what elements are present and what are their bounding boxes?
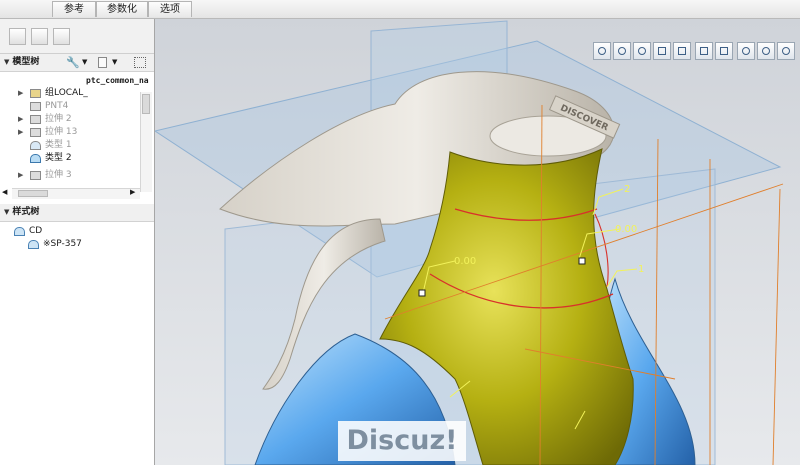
tree-item[interactable]: 类型 1	[0, 139, 140, 152]
settings-wrench-icon[interactable]: 🔧	[66, 54, 80, 71]
chevron-down-icon[interactable]: ▼	[82, 54, 87, 71]
extrude-icon	[30, 115, 41, 124]
tree-item-label: 拉伸 13	[45, 127, 78, 137]
collapse-triangle-icon[interactable]: ▼	[4, 204, 9, 221]
model-tree-title: 模型树	[12, 57, 40, 67]
zoom-out-icon[interactable]	[633, 42, 651, 60]
tab-reference[interactable]: 参考	[52, 1, 96, 17]
control-point[interactable]	[578, 257, 586, 265]
tree-item-label: 拉伸 2	[45, 114, 72, 124]
chevron-down-icon[interactable]: ▼	[112, 54, 117, 71]
filter-icon[interactable]	[134, 57, 146, 68]
scroll-right-icon[interactable]: ▶	[130, 188, 135, 196]
style-tree-title: 样式树	[12, 207, 40, 217]
datum-point-icon	[30, 102, 41, 111]
tree-item[interactable]: ▶ 组LOCAL_	[0, 87, 140, 100]
dimension-label[interactable]: 0.00	[454, 256, 476, 267]
refit-icon[interactable]	[593, 42, 611, 60]
extrude-icon	[30, 171, 41, 180]
show-icon[interactable]	[98, 57, 107, 68]
tab-parameterize[interactable]: 参数化	[96, 1, 148, 17]
extrude-icon	[30, 128, 41, 137]
datum-display-icon[interactable]	[737, 42, 755, 60]
dimension-label[interactable]: 0.00	[615, 224, 637, 235]
spin-center-icon[interactable]	[757, 42, 775, 60]
folder-browser-icon[interactable]	[31, 28, 48, 45]
saved-views-icon[interactable]	[695, 42, 713, 60]
style-feature-icon	[14, 227, 25, 236]
view-toolbar	[593, 42, 798, 64]
tree-vertical-scrollbar[interactable]	[140, 92, 152, 192]
expand-arrow-icon[interactable]: ▶	[18, 87, 23, 100]
style-feature-icon	[30, 154, 41, 163]
tree-item[interactable]: CD	[0, 225, 150, 238]
model-tree-icon[interactable]	[9, 28, 26, 45]
tree-column-header[interactable]: ptc_common_na	[86, 76, 149, 85]
tree-item-label: PNT4	[45, 101, 69, 111]
navigator-toolbar	[0, 19, 154, 54]
model-tree-header[interactable]: ▼ 模型树 🔧 ▼ ▼	[0, 54, 154, 72]
control-point[interactable]	[418, 289, 426, 297]
repaint-icon[interactable]	[653, 42, 671, 60]
tree-item[interactable]: ▶ 拉伸 2	[0, 113, 140, 126]
graphics-viewport[interactable]: DISCOVER 2 0.00 0.00 1 Discuz!	[155, 19, 800, 465]
top-tab-strip: 参考 参数化 选项	[0, 0, 800, 19]
layers-icon[interactable]	[715, 42, 733, 60]
navigator-panel: ▼ 模型树 🔧 ▼ ▼ ptc_common_na ▶ 组LOCAL_ PNT4 …	[0, 19, 155, 465]
favorites-icon[interactable]	[53, 28, 70, 45]
scroll-thumb[interactable]	[18, 190, 48, 197]
tree-item[interactable]: ▶ 拉伸 13	[0, 126, 140, 139]
scroll-left-icon[interactable]: ◀	[2, 188, 7, 196]
expand-arrow-icon[interactable]: ▶	[18, 126, 23, 139]
tab-options[interactable]: 选项	[148, 1, 192, 17]
tree-item[interactable]: PNT4	[0, 100, 140, 113]
group-icon	[30, 89, 41, 98]
tree-item-label: CD	[29, 226, 43, 236]
watermark: Discuz!	[338, 421, 466, 461]
display-style-icon[interactable]	[673, 42, 691, 60]
tree-horizontal-scrollbar[interactable]: ◀ ▶	[2, 188, 140, 199]
tree-item[interactable]: ▶ 拉伸 3	[0, 169, 140, 182]
tree-item[interactable]: ※SP-357	[0, 238, 150, 251]
dimension-label[interactable]: 1	[638, 264, 644, 275]
style-feature-icon	[28, 240, 39, 249]
style-feature-icon	[30, 141, 41, 150]
dimension-label[interactable]: 2	[624, 184, 630, 195]
style-tree-header[interactable]: ▼ 样式树	[0, 204, 154, 222]
tree-item-label: ※SP-357	[43, 239, 82, 249]
tree-item-label: 组LOCAL_	[45, 88, 88, 98]
collapse-triangle-icon[interactable]: ▼	[4, 54, 9, 71]
tree-item-label: 拉伸 3	[45, 170, 72, 180]
zoom-in-icon[interactable]	[613, 42, 631, 60]
tree-item[interactable]: 类型 2	[0, 152, 140, 165]
tree-item-label: 类型 1	[45, 140, 72, 150]
model-canvas[interactable]: DISCOVER 2 0.00 0.00 1	[155, 19, 800, 465]
scroll-thumb[interactable]	[142, 94, 150, 114]
expand-arrow-icon[interactable]: ▶	[18, 113, 23, 126]
tree-item-label: 类型 2	[45, 153, 72, 163]
expand-arrow-icon[interactable]: ▶	[18, 169, 23, 182]
annotation-icon[interactable]	[777, 42, 795, 60]
